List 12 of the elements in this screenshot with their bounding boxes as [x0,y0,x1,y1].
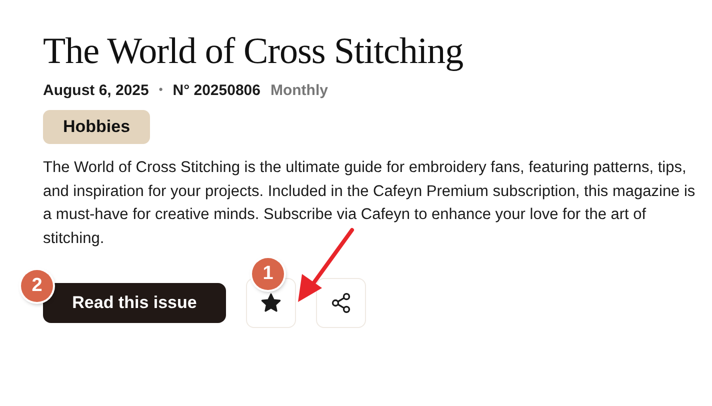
description-text: The World of Cross Stitching is the ultimate guide for embroidery fans, featuring patterns, tips, and inspiration for your projects. Included in the Cafeyn Premium subscription, this magazine is a must-have for creative minds. Subscribe via Cafeyn to enhance your love for the art of stitching. [43,158,696,248]
step-badge: 1 [252,258,284,290]
separator-dot: • [158,84,163,96]
category-tag[interactable]: Hobbies [43,110,150,144]
issue-number: N° 20250806 [172,82,260,98]
magazine-title: The World of Cross Stitching [43,30,464,74]
step-badge: 2 [21,270,53,302]
read-issue-button[interactable]: Read this issue [43,283,226,323]
issue-date: August 6, 2025 [43,82,149,98]
share-button[interactable] [316,278,366,328]
share-icon [330,292,352,314]
issue-frequency: Monthly [270,82,328,98]
